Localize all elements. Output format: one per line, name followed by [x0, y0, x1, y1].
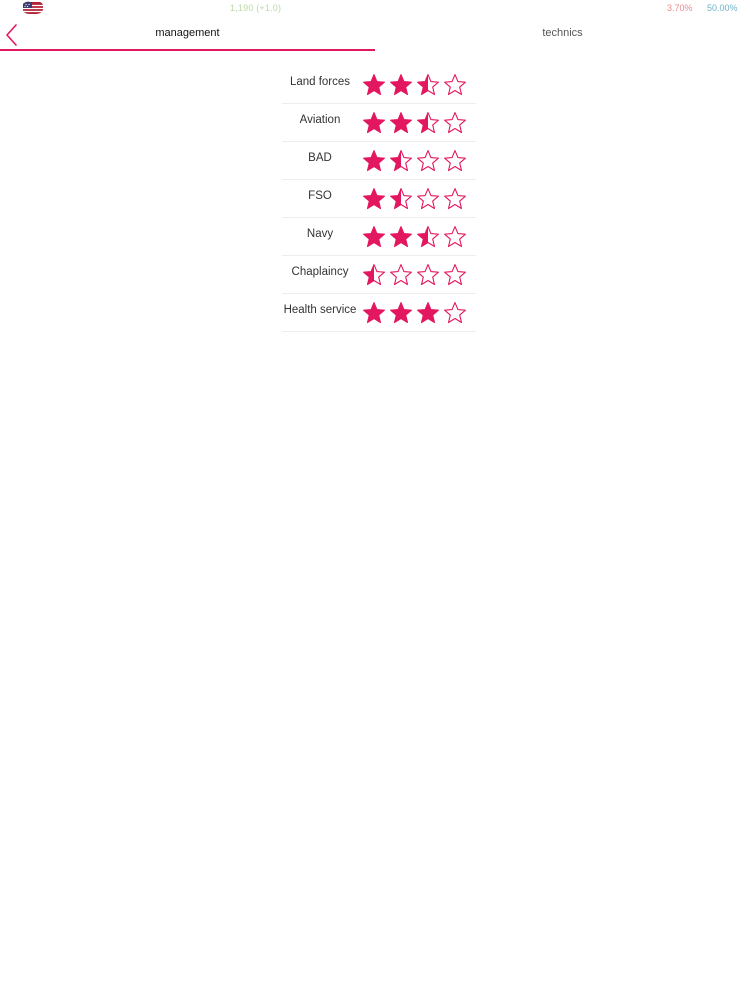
star-rating	[363, 188, 466, 210]
star-full-icon	[363, 302, 385, 324]
tab-management[interactable]: management	[0, 18, 375, 50]
rating-label: Aviation	[299, 114, 341, 126]
rating-row: Aviation	[282, 104, 476, 142]
tab-technics[interactable]: technics	[375, 18, 750, 50]
star-full-icon	[390, 74, 412, 96]
star-empty-icon	[417, 150, 439, 172]
rating-label: Land forces	[289, 76, 351, 88]
star-rating	[363, 302, 466, 324]
rating-row: Land forces	[282, 66, 476, 104]
rating-label: BAD	[308, 152, 332, 164]
star-half-icon	[363, 264, 385, 286]
star-empty-icon	[417, 264, 439, 286]
star-half-icon	[417, 74, 439, 96]
rating-row: BAD	[282, 142, 476, 180]
tab-header: management technics	[0, 18, 750, 52]
star-empty-icon	[444, 150, 466, 172]
screen: 1,190 (+1.0) 3.70% 50.00% management tec…	[0, 0, 750, 1000]
rating-row: Chaplaincy	[282, 256, 476, 294]
us-flag-icon	[23, 1, 43, 14]
star-full-icon	[390, 226, 412, 248]
rating-label: Health service	[283, 304, 357, 316]
rating-label: Chaplaincy	[291, 266, 349, 278]
rating-label: Navy	[306, 228, 334, 240]
rating-row: FSO	[282, 180, 476, 218]
star-empty-icon	[390, 264, 412, 286]
rating-row: Navy	[282, 218, 476, 256]
star-empty-icon	[444, 188, 466, 210]
status-bar: 1,190 (+1.0) 3.70% 50.00%	[0, 0, 750, 18]
star-empty-icon	[444, 74, 466, 96]
star-half-icon	[390, 150, 412, 172]
star-half-icon	[390, 188, 412, 210]
star-full-icon	[363, 150, 385, 172]
star-empty-icon	[444, 264, 466, 286]
ratings-list: Land forces Aviation BAD FSO Navy Chaplaincy H…	[282, 66, 476, 332]
star-empty-icon	[444, 302, 466, 324]
star-rating	[363, 226, 466, 248]
status-percent-1: 3.70%	[667, 3, 693, 13]
star-empty-icon	[444, 112, 466, 134]
star-full-icon	[363, 188, 385, 210]
status-score: 1,190 (+1.0)	[230, 3, 282, 13]
rating-label: FSO	[308, 190, 332, 202]
star-full-icon	[417, 302, 439, 324]
star-full-icon	[390, 302, 412, 324]
star-full-icon	[363, 112, 385, 134]
star-empty-icon	[417, 188, 439, 210]
star-rating	[363, 150, 466, 172]
rating-row: Health service	[282, 294, 476, 332]
star-half-icon	[417, 226, 439, 248]
status-percent-2: 50.00%	[707, 3, 738, 13]
star-full-icon	[363, 226, 385, 248]
star-rating	[363, 112, 466, 134]
star-full-icon	[390, 112, 412, 134]
active-tab-indicator	[0, 49, 375, 51]
star-rating	[363, 264, 466, 286]
star-empty-icon	[444, 226, 466, 248]
star-rating	[363, 74, 466, 96]
star-full-icon	[363, 74, 385, 96]
star-half-icon	[417, 112, 439, 134]
